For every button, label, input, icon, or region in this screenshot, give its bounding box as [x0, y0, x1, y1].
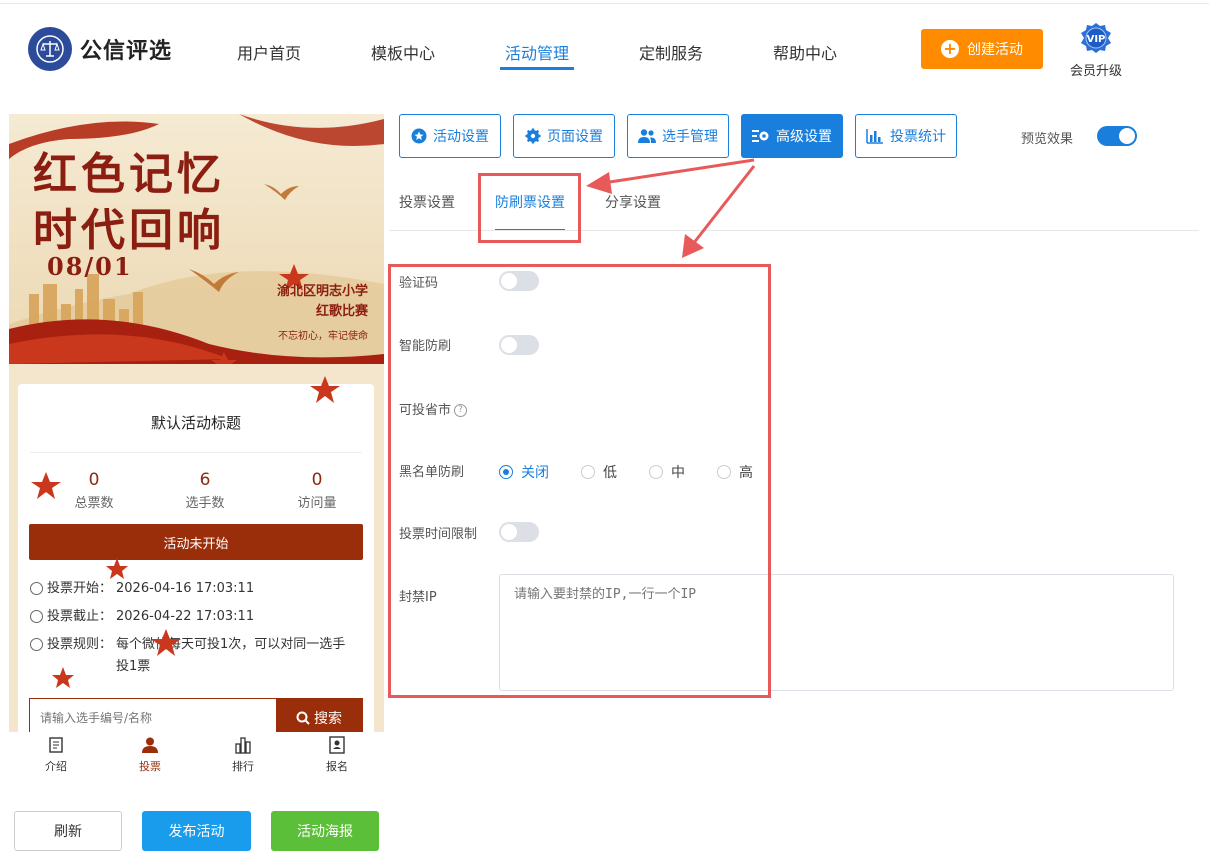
refresh-button[interactable]: 刷新: [14, 811, 122, 851]
tab-label: 选手管理: [662, 129, 718, 145]
settings-list-icon: [752, 130, 769, 142]
subtab-share-settings[interactable]: 分享设置: [605, 192, 661, 212]
nav-templates[interactable]: 模板中心: [371, 40, 435, 64]
bottom-nav-label: 排行: [232, 760, 254, 773]
star-circle-icon: [411, 128, 427, 144]
bottom-nav-label: 介绍: [45, 760, 67, 773]
nav-custom-service[interactable]: 定制服务: [639, 40, 703, 64]
tab-vote-statistics[interactable]: 投票统计: [855, 114, 957, 158]
scales-icon: [28, 27, 72, 71]
users-icon: [638, 129, 656, 143]
document-icon: [49, 737, 63, 753]
tab-activity-settings[interactable]: 活动设置: [399, 114, 501, 158]
bottom-nav-ranking[interactable]: 排行: [213, 736, 273, 774]
person-icon: [142, 737, 158, 753]
tab-label: 页面设置: [547, 129, 603, 145]
vip-upgrade[interactable]: VIP 会员升级: [1066, 22, 1126, 79]
brand-name: 公信评选: [80, 39, 173, 64]
bottom-nav-signup[interactable]: 报名: [307, 736, 367, 774]
create-activity-label: 创建活动: [967, 42, 1023, 58]
ranking-icon: [235, 737, 251, 754]
vip-label: 会员升级: [1069, 64, 1122, 79]
create-activity-button[interactable]: + 创建活动: [921, 29, 1043, 69]
activity-poster-button[interactable]: 活动海报: [271, 811, 379, 851]
vip-badge-text: VIP: [1087, 34, 1106, 45]
bottom-nav-intro[interactable]: 介绍: [26, 736, 86, 774]
bottom-nav-vote[interactable]: 投票: [120, 736, 180, 774]
tab-label: 高级设置: [776, 129, 832, 145]
highlight-box-subtab: [478, 173, 581, 243]
id-card-icon: [329, 736, 345, 754]
nav-activity-management[interactable]: 活动管理: [505, 40, 569, 64]
nav-active-underline: [500, 67, 574, 70]
bottom-nav-label: 投票: [139, 760, 161, 773]
preview-effect-toggle[interactable]: [1097, 126, 1137, 146]
nav-home[interactable]: 用户首页: [237, 40, 301, 64]
gear-icon: [525, 128, 541, 144]
bar-chart-icon: [866, 129, 883, 144]
vip-badge-icon: VIP: [1081, 23, 1111, 53]
brand-logo[interactable]: 公信评选: [28, 27, 172, 71]
plus-icon: +: [941, 40, 959, 58]
tab-label: 活动设置: [433, 129, 489, 145]
tab-contestant-management[interactable]: 选手管理: [627, 114, 729, 158]
mobile-preview: 红色记忆 时代回响 08/01 渝北区明志小学 红歌比赛 不忘初心，牢记使命 默…: [9, 114, 384, 732]
tab-advanced-settings[interactable]: 高级设置: [741, 114, 843, 158]
nav-help-center[interactable]: 帮助中心: [773, 40, 837, 64]
tab-label: 投票统计: [890, 129, 946, 145]
bottom-nav-label: 报名: [326, 760, 348, 773]
publish-activity-button[interactable]: 发布活动: [142, 811, 251, 851]
top-border: [0, 3, 1209, 4]
preview-effect-label: 预览效果: [1021, 132, 1074, 147]
tab-page-settings[interactable]: 页面设置: [513, 114, 615, 158]
decorative-stars: [31, 376, 340, 688]
subtab-vote-settings[interactable]: 投票设置: [399, 192, 455, 212]
mobile-bottom-nav: 介绍 投票 排行 报名: [9, 732, 384, 780]
highlight-box-form: [388, 264, 771, 698]
